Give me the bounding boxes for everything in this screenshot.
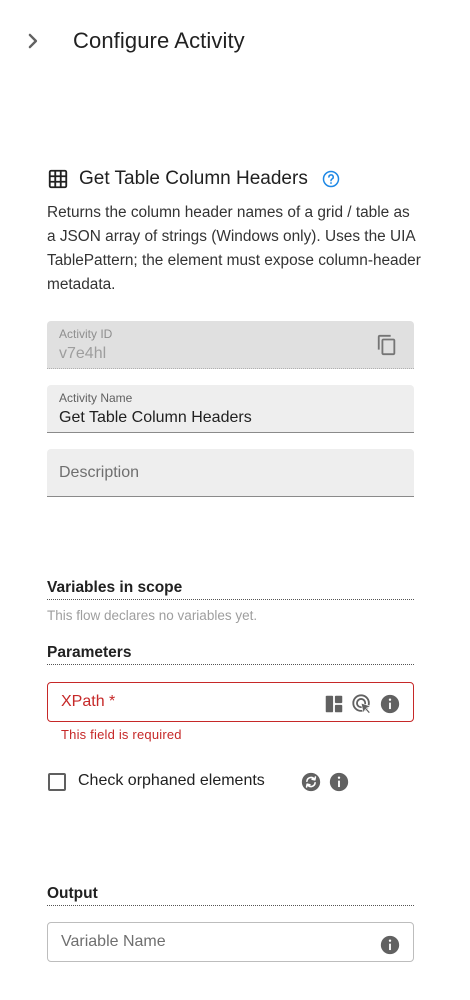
element-picker-icon[interactable] xyxy=(351,693,373,715)
activity-id-label: Activity ID xyxy=(59,327,113,341)
activity-header: Get Table Column Headers xyxy=(47,166,340,192)
activity-name-field[interactable]: Activity Name Get Table Column Headers xyxy=(47,385,414,433)
activity-name-value[interactable]: Get Table Column Headers xyxy=(59,409,252,427)
xpath-label: XPath * xyxy=(61,693,116,710)
variables-heading: Variables in scope xyxy=(47,579,414,600)
help-circle-icon[interactable] xyxy=(322,170,340,188)
copy-icon[interactable] xyxy=(376,334,398,356)
output-heading: Output xyxy=(47,885,414,906)
activity-title: Get Table Column Headers xyxy=(79,168,308,189)
xpath-error-text: This field is required xyxy=(61,727,182,742)
description-placeholder: Description xyxy=(59,464,140,481)
variables-empty-text: This flow declares no variables yet. xyxy=(47,608,258,623)
xpath-actions xyxy=(317,693,401,715)
table-icon xyxy=(48,169,68,189)
info-icon[interactable] xyxy=(379,934,401,956)
header: Configure Activity xyxy=(0,0,470,84)
variable-name-placeholder: Variable Name xyxy=(61,933,166,950)
activity-id-value: v7e4hl xyxy=(59,345,107,362)
orphaned-checkbox[interactable] xyxy=(48,773,66,791)
chevron-right-icon[interactable] xyxy=(22,30,44,52)
activity-id-field: Activity ID v7e4hl xyxy=(47,321,414,369)
description-field[interactable]: Description xyxy=(47,449,414,497)
info-icon[interactable] xyxy=(379,693,401,715)
xpath-field[interactable]: XPath * xyxy=(47,682,414,722)
variable-name-field[interactable]: Variable Name xyxy=(47,922,414,962)
orphaned-label[interactable]: Check orphaned elements xyxy=(78,772,265,790)
info-icon[interactable] xyxy=(328,771,350,793)
activity-description: Returns the column header names of a gri… xyxy=(47,204,421,293)
orphaned-actions xyxy=(300,771,356,793)
refresh-icon[interactable] xyxy=(300,771,322,793)
layout-picker-icon[interactable] xyxy=(323,693,345,715)
activity-name-label: Activity Name xyxy=(59,391,133,405)
page-title: Configure Activity xyxy=(73,28,245,53)
parameters-heading: Parameters xyxy=(47,644,414,665)
